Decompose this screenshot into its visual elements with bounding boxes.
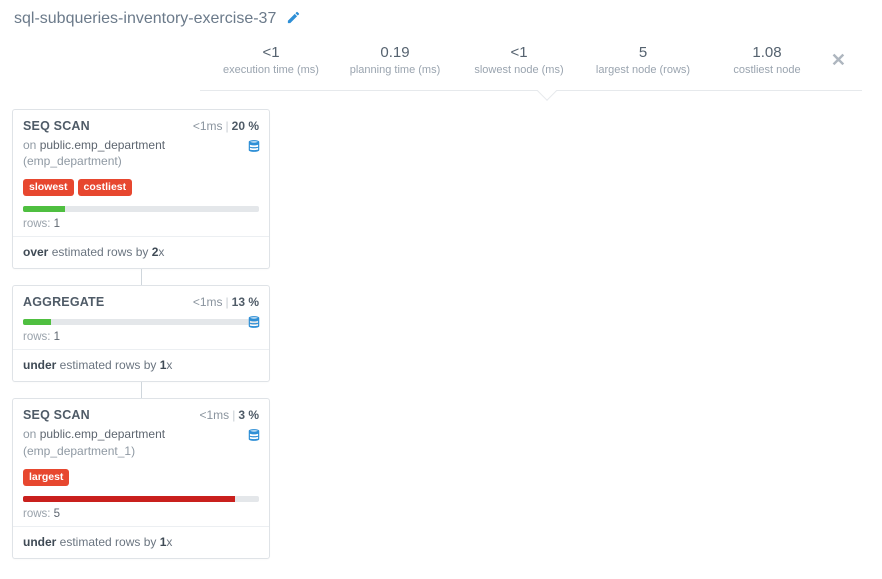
tag-costliest: costliest (78, 179, 133, 196)
stats-bar: <1 execution time (ms) 0.19 planning tim… (200, 36, 862, 91)
stat-value: <1 (262, 44, 279, 62)
page-header: sql-subqueries-inventory-exercise-37 (0, 0, 882, 34)
node-tags: slowest costliest (13, 175, 269, 204)
cost-bar (23, 319, 259, 325)
page-title: sql-subqueries-inventory-exercise-37 (14, 10, 276, 28)
stat-label: slowest node (ms) (474, 64, 563, 76)
estimate-line: under estimated rows by 1x (13, 527, 269, 558)
cost-bar-fill (23, 319, 51, 325)
database-icon (247, 139, 261, 157)
node-header: SEQ SCAN <1ms|3 % (13, 399, 269, 426)
close-icon[interactable]: ✕ (831, 50, 846, 71)
node-timing: <1ms|20 % (193, 119, 259, 133)
tag-largest: largest (23, 469, 69, 486)
cost-bar-fill (23, 496, 235, 502)
database-icon (247, 315, 261, 333)
node-tags: largest (13, 465, 269, 494)
edit-icon[interactable] (286, 10, 301, 28)
stat-plan-time: 0.19 planning time (ms) (344, 44, 446, 76)
tag-slowest: slowest (23, 179, 74, 196)
estimate-line: over estimated rows by 2x (13, 237, 269, 268)
node-type: SEQ SCAN (23, 119, 90, 133)
stat-largest-node: 5 largest node (rows) (592, 44, 694, 76)
rows-line: rows: 1 (13, 216, 269, 236)
stat-label: planning time (ms) (350, 64, 440, 76)
tree-connector (141, 382, 142, 398)
node-relation: on public.emp_department (emp_department… (13, 137, 269, 175)
node-relation: on public.emp_department (emp_department… (13, 426, 269, 464)
node-type: AGGREGATE (23, 295, 104, 309)
cost-bar-fill (23, 206, 65, 212)
node-header: AGGREGATE <1ms|13 % (13, 286, 269, 313)
tree-connector (141, 269, 142, 285)
stat-slowest-node: <1 slowest node (ms) (468, 44, 570, 76)
cost-bar (23, 206, 259, 212)
stat-label: costliest node (733, 64, 800, 76)
database-icon (247, 428, 261, 446)
node-timing: <1ms|13 % (193, 295, 259, 309)
plan-tree: SEQ SCAN <1ms|20 % on public.emp_departm… (0, 91, 882, 579)
plan-node[interactable]: AGGREGATE <1ms|13 % rows: 1 under estima… (12, 285, 270, 382)
node-header: SEQ SCAN <1ms|20 % (13, 110, 269, 137)
stat-label: execution time (ms) (223, 64, 319, 76)
stat-value: 5 (639, 44, 647, 62)
plan-node[interactable]: SEQ SCAN <1ms|3 % on public.emp_departme… (12, 398, 270, 558)
estimate-line: under estimated rows by 1x (13, 350, 269, 381)
rows-line: rows: 5 (13, 506, 269, 526)
stat-label: largest node (rows) (596, 64, 690, 76)
stat-costliest-node: 1.08 costliest node (716, 44, 818, 76)
stat-value: 0.19 (380, 44, 409, 62)
plan-node[interactable]: SEQ SCAN <1ms|20 % on public.emp_departm… (12, 109, 270, 269)
rows-line: rows: 1 (13, 329, 269, 349)
node-relation (13, 313, 269, 317)
node-timing: <1ms|3 % (200, 408, 260, 422)
node-type: SEQ SCAN (23, 408, 90, 422)
stat-exec-time: <1 execution time (ms) (220, 44, 322, 76)
stat-value: 1.08 (752, 44, 781, 62)
stat-value: <1 (510, 44, 527, 62)
cost-bar (23, 496, 259, 502)
